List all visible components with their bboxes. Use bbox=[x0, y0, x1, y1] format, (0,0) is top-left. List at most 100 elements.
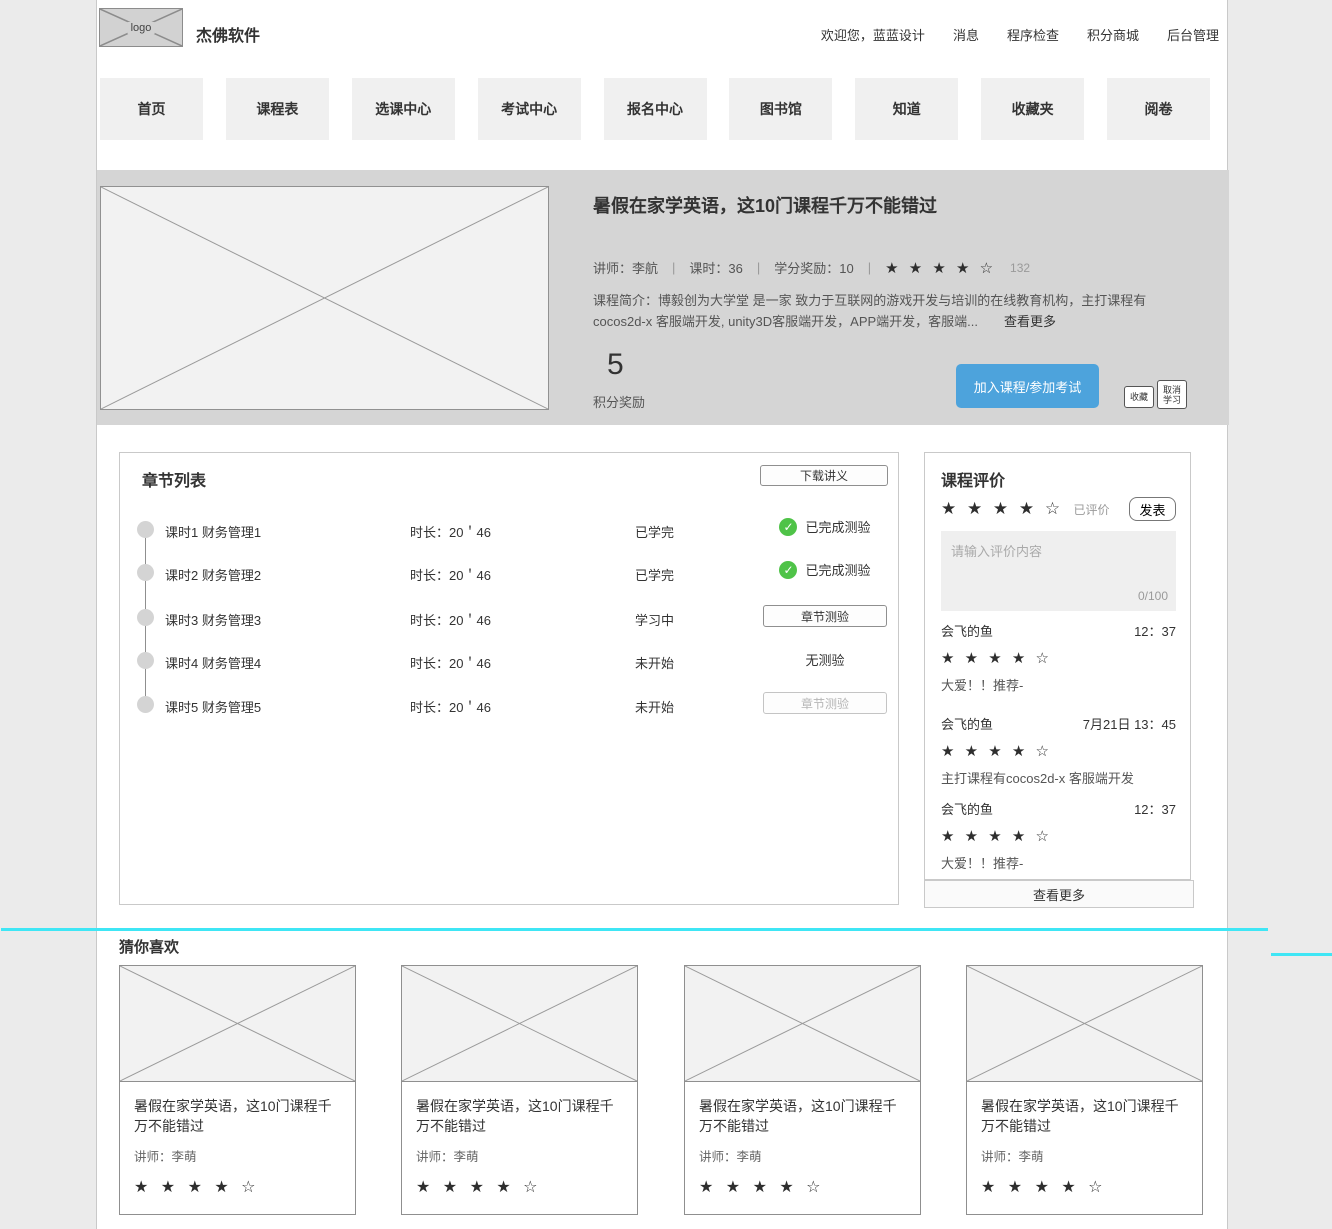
chapter-row-5: 课时5 财务管理5 时长：20＇46 未开始 章节测验 bbox=[120, 688, 898, 722]
review-time: 7月21日 13：45 bbox=[1083, 714, 1176, 733]
recommend-card-4[interactable]: 暑假在家学英语，这10门课程千万不能错过 讲师：李萌 ★ ★ ★ ★ ☆ bbox=[966, 965, 1203, 1215]
teacher-label: 讲师：李航 bbox=[593, 258, 658, 277]
menu-item-points-mall[interactable]: 积分商城 bbox=[1087, 25, 1139, 44]
timeline-dot bbox=[137, 521, 154, 538]
top-menu: 欢迎您，蓝蓝设计 消息 程序检查 积分商城 后台管理 bbox=[821, 25, 1219, 44]
recommend-card-3[interactable]: 暑假在家学英语，这10门课程千万不能错过 讲师：李萌 ★ ★ ★ ★ ☆ bbox=[684, 965, 921, 1215]
rated-label: 已评价 bbox=[1074, 503, 1110, 517]
chapter-list-panel: 章节列表 下载讲义 课时1 财务管理1 时长：20＇46 已学完 ✓已完成测验 … bbox=[119, 452, 899, 905]
card-title: 暑假在家学英语，这10门课程千万不能错过 bbox=[416, 1096, 623, 1136]
course-rating-stars: ★ ★ ★ ★ ☆ bbox=[885, 259, 996, 277]
menu-item-program-check[interactable]: 程序检查 bbox=[1007, 25, 1059, 44]
review-item-1: 会飞的鱼12：37 ★ ★ ★ ★ ☆ 大爱！！推荐- bbox=[941, 621, 1176, 694]
cancel-learning-button[interactable]: 取消学习 bbox=[1157, 380, 1187, 409]
chapter-test-button-disabled[interactable]: 章节测验 bbox=[763, 692, 887, 714]
chapter-row-3: 课时3 财务管理3 时长：20＇46 学习中 章节测验 bbox=[120, 601, 898, 635]
nav-course-table[interactable]: 课程表 bbox=[226, 78, 329, 140]
test-done-label: 已完成测验 bbox=[805, 520, 870, 535]
card-teacher: 讲师：李萌 bbox=[134, 1146, 341, 1165]
lesson-title: 课时1 财务管理1 bbox=[165, 522, 261, 541]
review-stars: ★ ★ ★ ★ ☆ bbox=[941, 649, 1176, 667]
intro-more-link[interactable]: 查看更多 bbox=[1004, 314, 1056, 329]
join-course-button[interactable]: 加入课程/参加考试 bbox=[956, 364, 1099, 408]
card-teacher: 讲师：李萌 bbox=[981, 1146, 1188, 1165]
nav-signup-center[interactable]: 报名中心 bbox=[604, 78, 707, 140]
timeline-dot bbox=[137, 696, 154, 713]
page: logo 杰佛软件 欢迎您，蓝蓝设计 消息 程序检查 积分商城 后台管理 首页 … bbox=[0, 0, 1332, 1229]
main-nav: 首页 课程表 选课中心 考试中心 报名中心 图书馆 知道 收藏夹 阅卷 bbox=[100, 78, 1210, 140]
nav-library[interactable]: 图书馆 bbox=[729, 78, 832, 140]
course-image-placeholder bbox=[100, 186, 549, 410]
lesson-status: 未开始 bbox=[635, 653, 674, 672]
credits-label: 学分奖励：10 bbox=[774, 258, 853, 277]
nav-favorites[interactable]: 收藏夹 bbox=[981, 78, 1084, 140]
course-title: 暑假在家学英语，这10门课程千万不能错过 bbox=[593, 192, 937, 218]
card-rating-stars: ★ ★ ★ ★ ☆ bbox=[699, 1177, 906, 1197]
timeline-dot bbox=[137, 564, 154, 581]
chapter-row-1: 课时1 财务管理1 时长：20＇46 已学完 ✓已完成测验 bbox=[120, 513, 898, 547]
chapter-row-2: 课时2 财务管理2 时长：20＇46 已学完 ✓已完成测验 bbox=[120, 556, 898, 590]
course-intro: 课程简介：博毅创为大学堂 是一家 致力于互联网的游戏开发与培训的在线教育机构，主… bbox=[593, 290, 1193, 332]
review-comment: 主打课程有cocos2d-x 客服端开发 bbox=[941, 768, 1176, 787]
nav-know[interactable]: 知道 bbox=[855, 78, 958, 140]
brand-name: 杰佛软件 bbox=[196, 22, 260, 46]
card-rating-stars: ★ ★ ★ ★ ☆ bbox=[134, 1177, 341, 1197]
review-comment: 大爱！！推荐- bbox=[941, 853, 1176, 872]
card-image-placeholder bbox=[966, 965, 1203, 1082]
lesson-duration: 时长：20＇46 bbox=[410, 522, 491, 541]
lesson-duration: 时长：20＇46 bbox=[410, 653, 491, 672]
rating-count: 132 bbox=[1010, 261, 1030, 275]
review-user: 会飞的鱼 bbox=[941, 799, 993, 818]
menu-item-messages[interactable]: 消息 bbox=[953, 25, 979, 44]
course-hero: 暑假在家学英语，这10门课程千万不能错过 讲师：李航 | 课时：36 | 学分奖… bbox=[97, 170, 1229, 425]
publish-review-button[interactable]: 发表 bbox=[1129, 497, 1176, 521]
lesson-status: 学习中 bbox=[635, 610, 674, 629]
nav-grading[interactable]: 阅卷 bbox=[1107, 78, 1210, 140]
char-counter: 0/100 bbox=[941, 589, 1168, 603]
card-rating-stars: ★ ★ ★ ★ ☆ bbox=[416, 1177, 623, 1197]
review-item-3: 会飞的鱼12：37 ★ ★ ★ ★ ☆ 大爱！！推荐- bbox=[941, 799, 1176, 872]
chapter-list-title: 章节列表 bbox=[142, 467, 206, 491]
review-comment: 大爱！！推荐- bbox=[941, 675, 1176, 694]
recommend-card-1[interactable]: 暑假在家学英语，这10门课程千万不能错过 讲师：李萌 ★ ★ ★ ★ ☆ bbox=[119, 965, 356, 1215]
lesson-duration: 时长：20＇46 bbox=[410, 697, 491, 716]
favorite-button[interactable]: 收藏 bbox=[1124, 386, 1154, 408]
lesson-title: 课时3 财务管理3 bbox=[165, 610, 261, 629]
my-rating-row: ★ ★ ★ ★ ☆ 已评价 发表 bbox=[941, 499, 1176, 519]
view-more-reviews-button[interactable]: 查看更多 bbox=[924, 880, 1194, 908]
hours-label: 课时：36 bbox=[689, 258, 742, 277]
review-stars: ★ ★ ★ ★ ☆ bbox=[941, 742, 1176, 760]
chapter-test-button[interactable]: 章节测验 bbox=[763, 605, 887, 627]
course-review-panel: 课程评价 ★ ★ ★ ★ ☆ 已评价 发表 0/100 会飞的鱼12：37 ★ … bbox=[924, 452, 1191, 880]
lesson-status: 已学完 bbox=[635, 522, 674, 541]
timeline-dot bbox=[137, 609, 154, 626]
welcome-text: 欢迎您，蓝蓝设计 bbox=[821, 25, 925, 44]
test-done-label: 已完成测验 bbox=[805, 563, 870, 578]
nav-home[interactable]: 首页 bbox=[100, 78, 203, 140]
menu-item-admin[interactable]: 后台管理 bbox=[1167, 25, 1219, 44]
card-title: 暑假在家学英语，这10门课程千万不能错过 bbox=[134, 1096, 341, 1136]
review-stars: ★ ★ ★ ★ ☆ bbox=[941, 827, 1176, 845]
my-rating-stars[interactable]: ★ ★ ★ ★ ☆ bbox=[941, 499, 1063, 518]
nav-course-select[interactable]: 选课中心 bbox=[352, 78, 455, 140]
lesson-status: 已学完 bbox=[635, 565, 674, 584]
no-test-label: 无测验 bbox=[805, 653, 844, 668]
lesson-title: 课时4 财务管理4 bbox=[165, 653, 261, 672]
logo-placeholder: logo bbox=[99, 8, 183, 47]
lesson-duration: 时长：20＇46 bbox=[410, 610, 491, 629]
nav-exam-center[interactable]: 考试中心 bbox=[478, 78, 581, 140]
card-rating-stars: ★ ★ ★ ★ ☆ bbox=[981, 1177, 1188, 1197]
card-title: 暑假在家学英语，这10门课程千万不能错过 bbox=[981, 1096, 1188, 1136]
lesson-duration: 时长：20＇46 bbox=[410, 565, 491, 584]
page-canvas: logo 杰佛软件 欢迎您，蓝蓝设计 消息 程序检查 积分商城 后台管理 首页 … bbox=[96, 0, 1228, 1229]
recommend-card-2[interactable]: 暑假在家学英语，这10门课程千万不能错过 讲师：李萌 ★ ★ ★ ★ ☆ bbox=[401, 965, 638, 1215]
card-teacher: 讲师：李萌 bbox=[699, 1146, 906, 1165]
review-panel-title: 课程评价 bbox=[941, 467, 1005, 491]
points-label: 积分奖励 bbox=[593, 392, 645, 411]
download-handout-button[interactable]: 下载讲义 bbox=[760, 465, 888, 486]
review-time: 12：37 bbox=[1134, 621, 1176, 640]
points-value: 5 bbox=[607, 348, 624, 382]
check-circle-icon: ✓ bbox=[779, 561, 797, 579]
timeline-dot bbox=[137, 652, 154, 669]
review-user: 会飞的鱼 bbox=[941, 714, 993, 733]
